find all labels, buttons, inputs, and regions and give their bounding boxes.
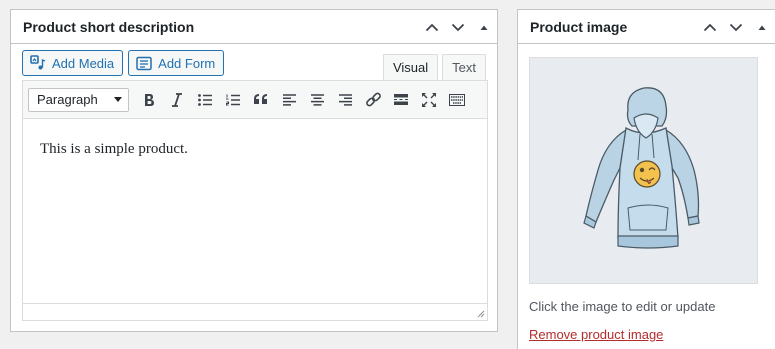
chevron-up-icon bbox=[703, 23, 717, 31]
form-icon bbox=[136, 56, 152, 70]
toggle-panel-button[interactable] bbox=[471, 10, 497, 44]
blockquote-icon bbox=[254, 94, 267, 104]
read-more-icon bbox=[394, 94, 408, 105]
chevron-down-icon bbox=[729, 23, 743, 31]
media-buttons: Add Media Add Form bbox=[22, 50, 225, 76]
triangle-up-icon bbox=[480, 25, 488, 30]
align-center-icon bbox=[310, 93, 324, 106]
editor-status-bar bbox=[23, 303, 487, 320]
chevron-down-icon bbox=[451, 23, 465, 31]
format-select[interactable]: Paragraph bbox=[28, 87, 129, 112]
product-image-thumbnail[interactable] bbox=[529, 57, 758, 284]
move-down-button[interactable] bbox=[445, 10, 471, 44]
tab-visual[interactable]: Visual bbox=[382, 54, 439, 80]
media-icon bbox=[30, 55, 46, 70]
align-left-button[interactable] bbox=[275, 86, 303, 114]
remove-product-image-link[interactable]: Remove product image bbox=[529, 327, 663, 342]
italic-icon bbox=[172, 92, 182, 107]
panel-title: Product image bbox=[530, 19, 628, 35]
link-button[interactable] bbox=[359, 86, 387, 114]
move-down-button[interactable] bbox=[723, 10, 749, 44]
editor-toolbar: Paragraph bbox=[23, 81, 487, 119]
format-select-value: Paragraph bbox=[37, 92, 98, 107]
hoodie-image bbox=[583, 87, 700, 249]
bullet-list-button[interactable] bbox=[191, 86, 219, 114]
toolbar-toggle-button[interactable] bbox=[443, 86, 471, 114]
fullscreen-icon bbox=[422, 92, 436, 107]
image-caption: Click the image to edit or update bbox=[529, 299, 716, 314]
dropdown-arrow-icon bbox=[114, 97, 122, 102]
numbered-list-button[interactable] bbox=[219, 86, 247, 114]
add-form-button[interactable]: Add Form bbox=[128, 50, 225, 76]
bold-icon bbox=[145, 93, 154, 106]
panel-header: Product image bbox=[518, 10, 775, 44]
editor-tabs: Visual Text bbox=[382, 54, 486, 80]
toolbar-toggle-icon bbox=[449, 93, 465, 106]
tab-text[interactable]: Text bbox=[442, 54, 486, 80]
add-media-button[interactable]: Add Media bbox=[22, 50, 124, 76]
blockquote-button[interactable] bbox=[247, 86, 275, 114]
read-more-button[interactable] bbox=[387, 86, 415, 114]
editor-content[interactable]: This is a simple product. bbox=[40, 141, 188, 158]
move-up-button[interactable] bbox=[419, 10, 445, 44]
resize-handle-icon[interactable] bbox=[475, 308, 485, 318]
add-form-label: Add Form bbox=[158, 55, 216, 71]
move-up-button[interactable] bbox=[697, 10, 723, 44]
editor-content-area[interactable]: This is a simple product. bbox=[23, 119, 487, 303]
numbered-list-icon bbox=[226, 94, 240, 105]
product-image-panel: Product image Click the image to edit or… bbox=[517, 9, 775, 349]
bold-button[interactable] bbox=[135, 86, 163, 114]
panel-header: Product short description bbox=[11, 10, 497, 44]
add-media-label: Add Media bbox=[52, 55, 115, 71]
triangle-up-icon bbox=[758, 25, 766, 30]
toggle-panel-button[interactable] bbox=[749, 10, 775, 44]
editor: Paragraph This is a simple product. bbox=[22, 80, 488, 321]
fullscreen-button[interactable] bbox=[415, 86, 443, 114]
short-description-panel: Product short description Add Media Add … bbox=[10, 9, 498, 332]
align-left-icon bbox=[282, 93, 296, 106]
italic-button[interactable] bbox=[163, 86, 191, 114]
chevron-up-icon bbox=[425, 23, 439, 31]
panel-handle-actions bbox=[697, 10, 775, 44]
panel-title: Product short description bbox=[23, 19, 195, 35]
link-icon bbox=[365, 92, 381, 107]
bullet-list-icon bbox=[198, 93, 212, 106]
align-right-button[interactable] bbox=[331, 86, 359, 114]
align-center-button[interactable] bbox=[303, 86, 331, 114]
align-right-icon bbox=[338, 93, 352, 106]
panel-handle-actions bbox=[419, 10, 497, 44]
